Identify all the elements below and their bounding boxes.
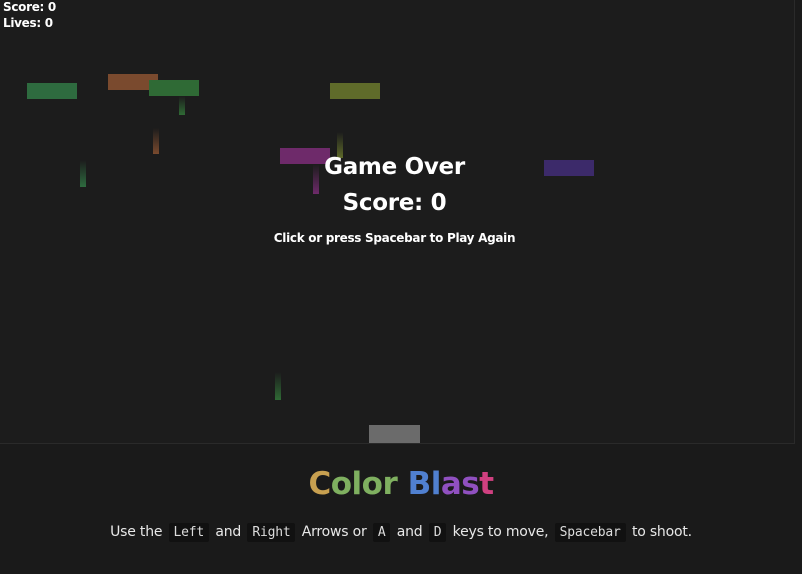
- game-canvas[interactable]: Score: 0 Lives: 0 Game Over Score: 0 Cli…: [0, 0, 795, 444]
- instructions-text: and: [396, 524, 423, 540]
- key-spacebar: Spacebar: [554, 523, 626, 542]
- game-over-title: Game Over: [324, 154, 465, 180]
- instructions-text: to shoot.: [631, 524, 692, 540]
- lives-readout: Lives: 0: [3, 16, 53, 30]
- key-d: D: [428, 523, 447, 542]
- game-title: Color Blast: [0, 462, 802, 506]
- key-left: Left: [168, 523, 210, 542]
- enemy-block: [149, 80, 199, 96]
- play-again-hint[interactable]: Click or press Spacebar to Play Again: [0, 231, 789, 245]
- enemy-block: [27, 83, 77, 99]
- score-readout: Score: 0: [3, 0, 56, 14]
- title-word-color: Color: [308, 466, 398, 502]
- instructions: Use the Left and Right Arrows or A and D…: [0, 520, 802, 545]
- enemy-shot: [179, 96, 185, 115]
- enemy-block: [330, 83, 380, 99]
- key-right: Right: [247, 523, 296, 542]
- enemy-shot: [275, 372, 281, 400]
- final-score: Score: 0: [342, 190, 447, 216]
- player-paddle: [369, 425, 420, 443]
- instructions-text: Arrows or: [301, 524, 367, 540]
- instructions-text: Use the: [110, 524, 163, 540]
- key-a: A: [372, 523, 391, 542]
- instructions-text: and: [215, 524, 242, 540]
- hud: Score: 0 Lives: 0: [3, 0, 56, 31]
- game-over-overlay[interactable]: Game Over Score: 0 Click or press Spaceb…: [0, 150, 789, 245]
- instructions-text: keys to move,: [452, 524, 549, 540]
- footer: Color Blast Use the Left and Right Arrow…: [0, 444, 802, 574]
- title-word-blast: Blast: [407, 466, 494, 502]
